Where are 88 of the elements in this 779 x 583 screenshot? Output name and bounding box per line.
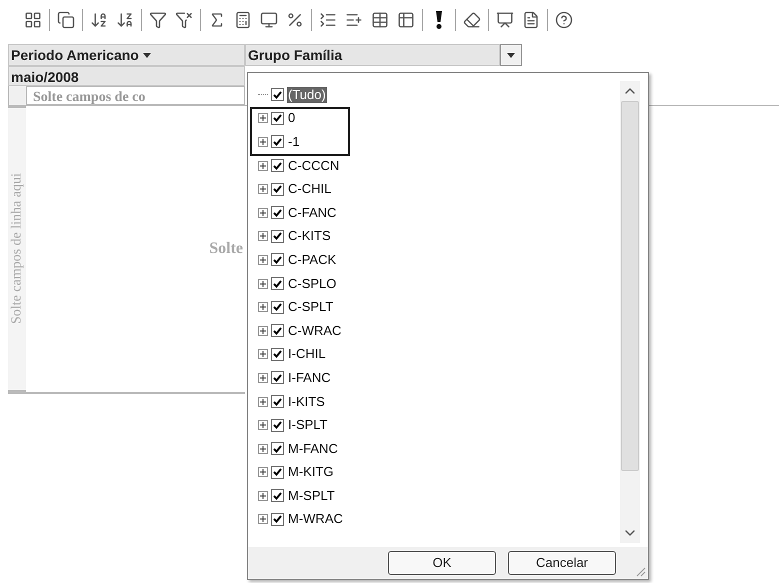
resize-grip-icon[interactable] [634, 565, 646, 577]
filter-item[interactable]: C-CCCN [287, 158, 340, 174]
dialog-button[interactable]: OK [388, 551, 496, 575]
filter-item[interactable]: -1 [287, 134, 301, 150]
grid-icon [24, 11, 42, 29]
scrollbar[interactable] [620, 81, 640, 543]
checkbox[interactable] [271, 466, 284, 479]
filter-item[interactable]: C-SPLT [287, 299, 334, 316]
checkbox[interactable] [271, 206, 284, 220]
expand-icon[interactable] [258, 420, 268, 430]
export-icon [496, 11, 514, 29]
percent-icon [286, 11, 304, 29]
table-layout-icon [397, 11, 415, 29]
checkbox[interactable] [271, 512, 284, 526]
expand-icon[interactable] [258, 372, 268, 383]
checkbox[interactable] [271, 230, 284, 243]
filter-clear-icon [175, 11, 193, 29]
dialog-button[interactable]: Cancelar [508, 551, 616, 575]
expand-icon[interactable] [258, 136, 268, 147]
page-field-button[interactable]: Periodo Americano [8, 44, 245, 66]
filter-item[interactable]: C-SPLO [287, 276, 338, 292]
scrollbar-thumb[interactable] [621, 101, 639, 471]
expand-icon[interactable] [258, 113, 268, 124]
column-drop-zone: Solte campos de co [26, 86, 245, 105]
checkbox[interactable] [271, 182, 284, 196]
filter-item[interactable]: I-KITS [287, 394, 326, 410]
expand-icon[interactable] [258, 160, 268, 171]
filter-icon [149, 11, 167, 29]
filter-item[interactable]: C-PACK [287, 252, 338, 268]
checkbox[interactable] [271, 88, 284, 102]
expand-icon[interactable] [258, 254, 268, 265]
filter-item[interactable]: C-FANC [287, 204, 338, 221]
data-drop-zone: Solte [209, 239, 243, 259]
exclamation-icon [436, 11, 442, 29]
dropdown-caret-icon [142, 52, 151, 58]
expand-icon[interactable] [258, 302, 268, 312]
expand-icon[interactable] [258, 490, 268, 501]
filter-item[interactable]: I-FANC [287, 370, 332, 386]
checkbox[interactable] [271, 112, 284, 125]
filter-item[interactable]: C-WRAC [287, 322, 342, 339]
expand-icon[interactable] [258, 444, 268, 454]
filter-item[interactable]: C-CHIL [287, 181, 332, 198]
checkbox[interactable] [271, 442, 284, 456]
filter-item[interactable]: I-SPLT [287, 417, 328, 434]
dropdown-caret-icon [507, 52, 515, 58]
sort-descending-icon [116, 11, 134, 29]
table-icon [371, 11, 389, 29]
document-icon [522, 11, 540, 29]
checkbox[interactable] [271, 371, 284, 384]
filter-item[interactable]: M-FANC [287, 440, 339, 457]
checkbox[interactable] [271, 489, 284, 502]
expand-icon[interactable] [258, 278, 268, 289]
expand-icon [345, 11, 363, 29]
sort-ascending-icon [90, 11, 108, 29]
page-field-value: maio/2008 [8, 66, 245, 86]
expand-icon[interactable] [258, 349, 268, 360]
row-drop-zone: Solte campos de linha aqui [8, 106, 26, 392]
calculator-icon [234, 11, 252, 29]
checkbox[interactable] [271, 253, 284, 266]
expand-icon[interactable] [258, 208, 268, 218]
filter-item[interactable]: C-KITS [287, 228, 332, 244]
checkbox[interactable] [271, 159, 284, 172]
filter-item[interactable]: M-SPLT [287, 488, 336, 504]
filter-item[interactable]: M-WRAC [287, 511, 344, 528]
checkbox[interactable] [271, 135, 284, 148]
collapse-icon [319, 11, 337, 29]
copy-icon [57, 11, 75, 29]
filter-item[interactable]: 0 [287, 110, 296, 126]
checkbox[interactable] [271, 300, 284, 314]
help-icon [555, 11, 573, 29]
filter-item[interactable]: M-KITG [287, 464, 334, 480]
expand-icon[interactable] [258, 184, 268, 194]
column-field-button[interactable]: Grupo Família [245, 44, 500, 66]
expand-icon[interactable] [258, 467, 268, 478]
monitor-icon [260, 11, 278, 29]
expand-icon[interactable] [258, 514, 268, 524]
expand-icon[interactable] [258, 396, 268, 407]
filter-item[interactable]: (Tudo) [287, 86, 327, 103]
eraser-icon [463, 11, 481, 29]
expand-icon[interactable] [258, 326, 268, 336]
filter-item[interactable]: I-CHIL [287, 346, 327, 362]
checkbox[interactable] [271, 277, 284, 290]
checkbox[interactable] [271, 348, 284, 361]
checkbox[interactable] [271, 418, 284, 432]
expand-icon[interactable] [258, 231, 268, 242]
checkbox[interactable] [271, 324, 284, 338]
checkbox[interactable] [271, 395, 284, 408]
dropdown-button[interactable] [500, 44, 522, 66]
